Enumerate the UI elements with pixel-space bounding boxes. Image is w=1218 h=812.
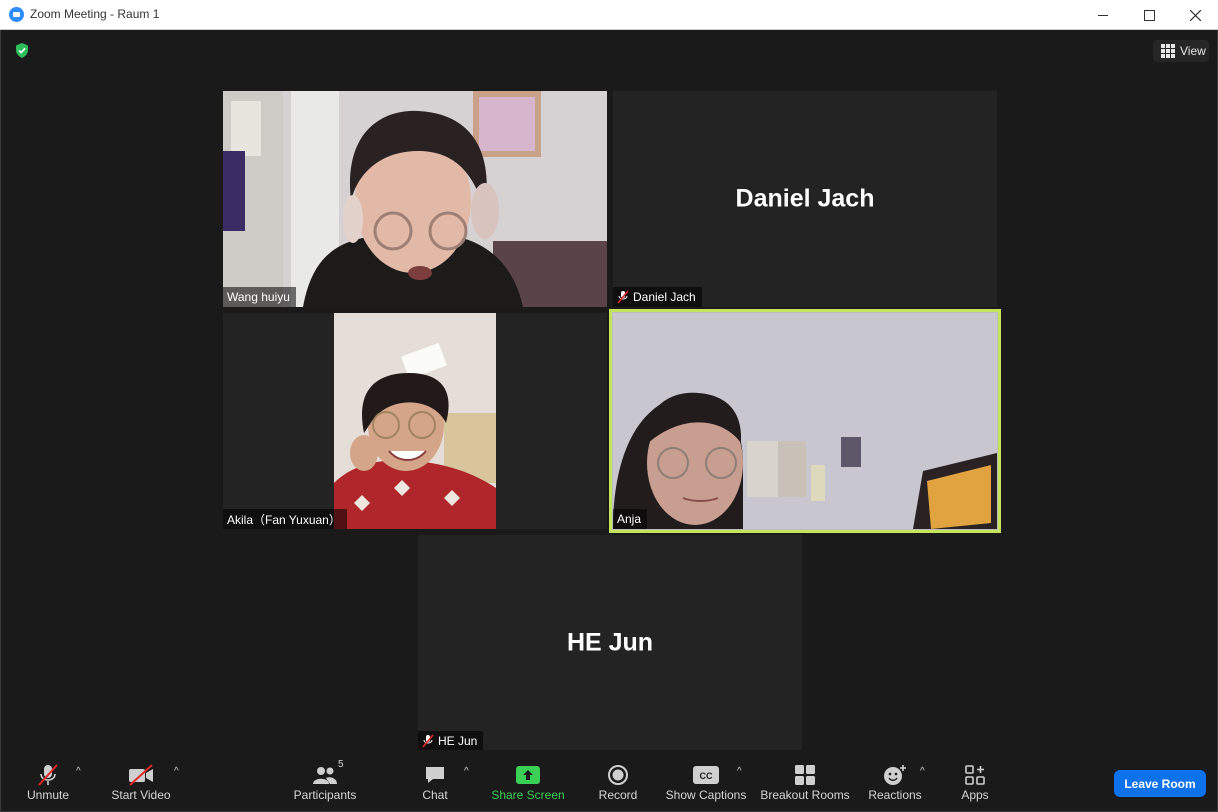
share-screen-icon [516, 766, 540, 784]
apps-button[interactable]: Apps [957, 762, 993, 806]
show-captions-label: Show Captions [665, 788, 747, 802]
participant-name-tag: Wang huiyu [223, 287, 296, 307]
participant-name-tag: Anja [613, 509, 648, 529]
chat-button[interactable]: Chat [421, 762, 449, 806]
start-video-button[interactable]: Start Video [109, 762, 173, 806]
chat-icon [426, 767, 444, 783]
meeting-toolbar: Unmute ^ Start Video ^ 5 Participants Ch… [0, 750, 1218, 812]
window-title: Zoom Meeting - Raum 1 [30, 7, 160, 21]
unmute-button[interactable]: Unmute [23, 762, 73, 806]
maximize-button[interactable] [1126, 0, 1172, 30]
record-label: Record [598, 788, 638, 802]
participant-tile-akila[interactable]: Akila（Fan Yuxuan） [223, 313, 607, 529]
participant-tile-daniel-jach[interactable]: Daniel Jach Daniel Jach [613, 91, 997, 307]
start-video-label: Start Video [111, 788, 171, 802]
maximize-icon [1143, 9, 1155, 21]
participant-name-tag: Daniel Jach [613, 287, 702, 307]
minimize-icon [1098, 14, 1108, 16]
video-off-icon [129, 764, 153, 786]
reactions-button[interactable]: Reactions [867, 762, 923, 806]
record-button[interactable]: Record [597, 762, 639, 806]
participants-count: 5 [338, 759, 344, 770]
participant-name: Akila（Fan Yuxuan） [227, 512, 341, 527]
mic-muted-icon [38, 764, 58, 786]
mic-muted-icon [422, 734, 434, 748]
unmute-label: Unmute [26, 788, 70, 802]
reactions-icon [884, 765, 906, 785]
participant-video [334, 313, 496, 529]
reactions-label: Reactions [868, 788, 922, 802]
mic-muted-icon [617, 290, 629, 304]
close-icon [1189, 9, 1201, 21]
captions-options-caret[interactable]: ^ [737, 766, 742, 777]
participant-tile-anja[interactable]: Anja [609, 309, 1001, 533]
shield-icon[interactable] [15, 43, 29, 58]
participant-display-name: HE Jun [566, 628, 654, 657]
participant-name: Wang huiyu [227, 290, 290, 304]
leave-room-button[interactable]: Leave Room [1114, 770, 1206, 797]
participant-video [223, 91, 607, 307]
participants-icon [313, 767, 337, 784]
record-icon [608, 765, 628, 785]
meeting-area: View Wang huiyu Daniel Jach Daniel Jach … [0, 30, 1218, 751]
captions-icon: CC [693, 766, 719, 784]
participant-name-tag: HE Jun [418, 731, 484, 751]
minimize-button[interactable] [1080, 0, 1126, 30]
grid-view-icon [1161, 44, 1175, 58]
participant-name: HE Jun [438, 734, 478, 748]
apps-icon [965, 765, 985, 785]
audio-options-caret[interactable]: ^ [76, 766, 81, 777]
participant-tile-he-jun[interactable]: HE Jun HE Jun [418, 535, 802, 751]
breakout-rooms-button[interactable]: Breakout Rooms [760, 762, 850, 806]
apps-label: Apps [961, 788, 989, 802]
share-screen-label: Share Screen [491, 788, 565, 802]
video-options-caret[interactable]: ^ [174, 766, 179, 777]
share-screen-button[interactable]: Share Screen [491, 762, 565, 806]
participant-tile-wang-huiyu[interactable]: Wang huiyu [223, 91, 607, 307]
participants-label: Participants [293, 788, 357, 802]
participant-name: Anja [617, 512, 642, 526]
close-button[interactable] [1172, 0, 1218, 30]
breakout-rooms-icon [795, 765, 815, 785]
breakout-rooms-label: Breakout Rooms [760, 788, 850, 802]
participant-display-name: Daniel Jach [735, 184, 875, 213]
zoom-app-icon [9, 7, 24, 22]
participant-name-tag: Akila（Fan Yuxuan） [223, 509, 347, 529]
view-label: View [1180, 44, 1206, 58]
participant-video [613, 313, 997, 529]
participants-button[interactable]: 5 Participants [293, 759, 357, 806]
cc-text: CC [700, 771, 713, 781]
chat-options-caret[interactable]: ^ [464, 766, 469, 777]
chat-label: Chat [422, 788, 448, 802]
reactions-options-caret[interactable]: ^ [920, 766, 925, 777]
participant-name: Daniel Jach [633, 290, 696, 304]
show-captions-button[interactable]: CC Show Captions [665, 762, 747, 806]
window-titlebar: Zoom Meeting - Raum 1 [0, 0, 1218, 30]
view-button[interactable]: View [1153, 40, 1209, 62]
